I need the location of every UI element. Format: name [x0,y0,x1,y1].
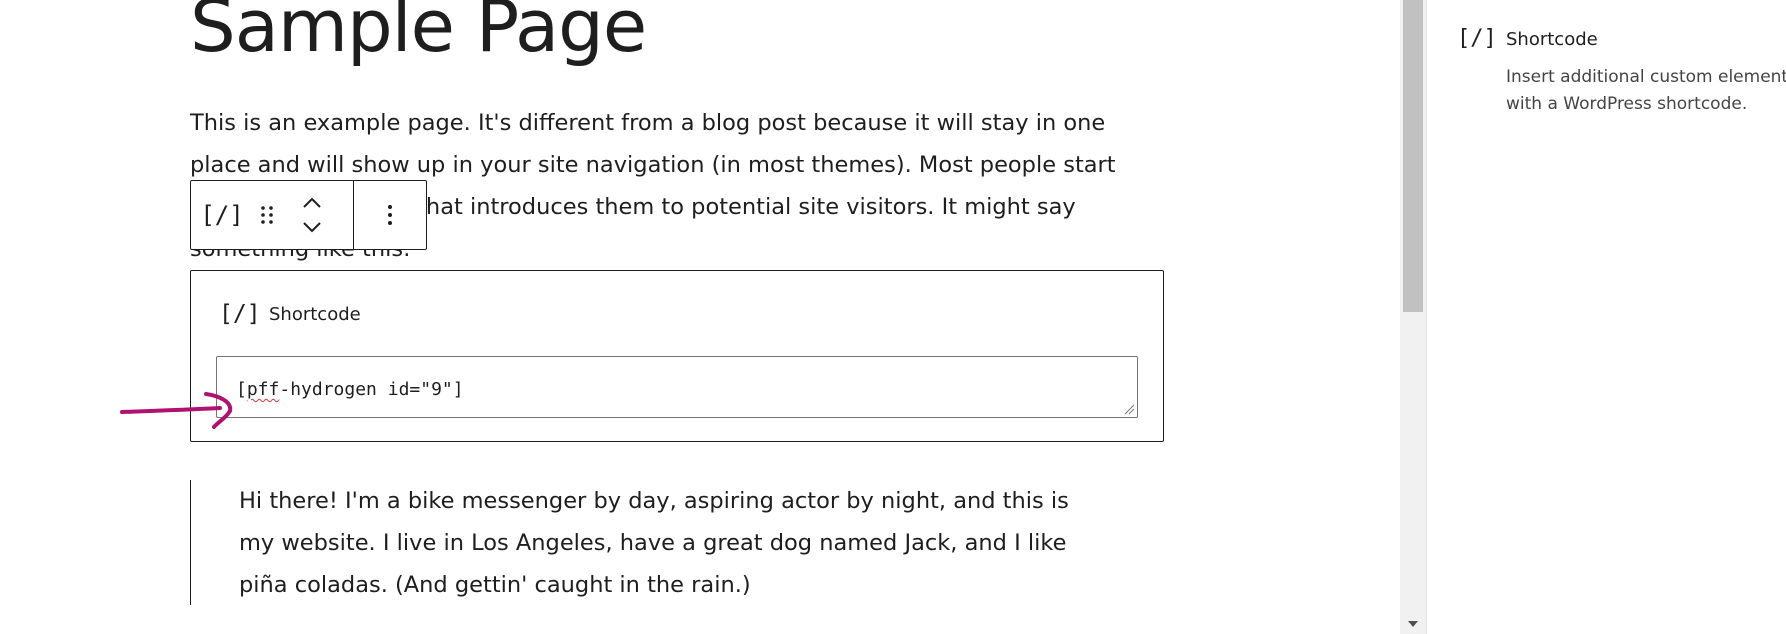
move-up-icon[interactable] [302,196,322,210]
page-title[interactable]: Sample Page [190,0,647,70]
block-card-description: Insert additional custom elements with a… [1506,64,1786,118]
settings-sidebar: [/] Shortcode Insert additional custom e… [1427,0,1786,634]
quote-line: Hi there! I'm a bike messenger by day, a… [239,488,1069,514]
shortcode-block[interactable]: [/] Shortcode [pff-hydrogen id="9"] [190,270,1164,442]
shortcode-icon: [/] [219,301,261,327]
intro-line: This is an example page. It's different … [190,110,1106,136]
scroll-down-icon[interactable] [1400,614,1426,634]
description-line: Insert additional custom elements [1506,67,1786,87]
editor-canvas: Sample Page This is an example page. It'… [0,0,1400,634]
quote-paragraph[interactable]: Hi there! I'm a bike messenger by day, a… [239,480,1119,606]
shortcode-icon: [/] [1457,26,1497,51]
shortcode-block-header: [/] Shortcode [219,301,361,327]
block-mover [285,181,339,249]
toolbar-main-group: [/] [191,181,354,249]
move-down-icon[interactable] [302,220,322,234]
shortcode-text-part: -hydrogen id="9"] [279,379,464,400]
block-toolbar: [/] [190,180,427,250]
quote-line: piña coladas. (And gettin' caught in the… [239,572,751,598]
shortcode-block-label: Shortcode [269,303,361,325]
spellcheck-word: pff [246,379,280,400]
more-options-icon[interactable] [354,181,426,249]
drag-handle-icon[interactable] [249,181,285,249]
scrollbar-thumb[interactable] [1403,0,1423,312]
resize-grip-icon[interactable] [1123,403,1135,415]
shortcode-input[interactable]: [pff-hydrogen id="9"] [216,356,1138,418]
quote-line: my website. I live in Los Angeles, have … [239,530,1067,556]
shortcode-icon[interactable]: [/] [191,181,249,249]
quote-block[interactable]: Hi there! I'm a bike messenger by day, a… [190,480,1091,605]
toolbar-options-group [354,181,426,249]
block-card-title: Shortcode [1506,29,1598,50]
description-line: with a WordPress shortcode. [1506,94,1748,114]
arrow-annotation-icon [120,392,233,429]
